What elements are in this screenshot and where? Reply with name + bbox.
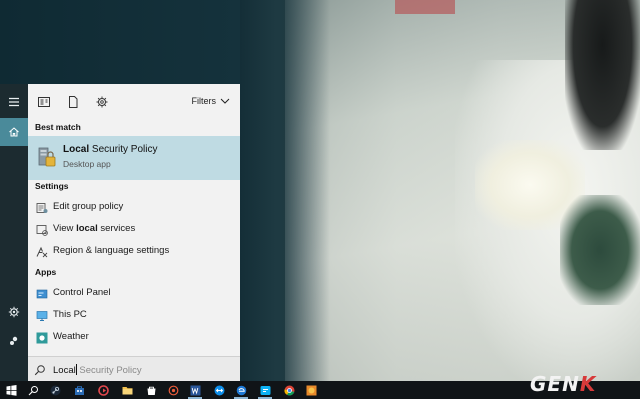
edge-icon xyxy=(236,385,246,395)
app-item-weather[interactable]: Weather xyxy=(28,326,240,348)
explorer-icon xyxy=(122,386,132,394)
taskbar-media[interactable] xyxy=(162,381,184,399)
search-icon xyxy=(28,385,38,395)
search-autocomplete: Security Policy xyxy=(76,365,142,376)
taskbar-steam[interactable] xyxy=(44,381,66,399)
taskbar-file-explorer[interactable] xyxy=(116,381,138,399)
user-icon xyxy=(10,336,18,345)
taskbar-edge[interactable] xyxy=(230,381,252,399)
taskbar-store[interactable] xyxy=(68,381,90,399)
home-icon xyxy=(9,127,19,137)
app-item-label: Control Panel xyxy=(53,287,111,298)
taskbar-teamviewer[interactable] xyxy=(208,381,230,399)
weather-icon xyxy=(36,331,48,344)
genk-watermark: GENK xyxy=(530,372,597,396)
settings-heading: Settings xyxy=(35,181,69,191)
settings-icon xyxy=(8,306,20,318)
setting-item-edit-group-policy[interactable]: Edit group policy xyxy=(28,196,240,218)
chevron-down-icon xyxy=(220,98,230,104)
teamviewer-icon xyxy=(214,385,224,395)
app-item-control-panel[interactable]: Control Panel xyxy=(28,282,240,304)
store-icon xyxy=(74,385,84,395)
taskbar-search-button[interactable] xyxy=(22,381,44,399)
search-results-panel: Filters Best match Local Security Policy… xyxy=(28,84,240,381)
filter-bar: Filters xyxy=(28,84,240,120)
this-pc-icon xyxy=(36,309,48,321)
best-match-heading: Best match xyxy=(35,122,81,132)
documents-icon[interactable] xyxy=(66,95,80,109)
setting-item-label: Region & language settings xyxy=(53,245,170,256)
windows-start-icon xyxy=(6,384,16,396)
best-match-title: Local Security Policy xyxy=(63,144,158,155)
services-icon xyxy=(36,223,48,236)
search-typed-text: Local xyxy=(53,365,76,376)
skype-icon xyxy=(260,385,270,395)
start-rail xyxy=(0,84,28,381)
wallpaper-shadow xyxy=(240,0,330,381)
settings-filter-icon[interactable] xyxy=(95,95,109,109)
setting-item-view-local-services[interactable]: View local services xyxy=(28,218,240,240)
search-box[interactable]: Local Security Policy xyxy=(28,356,240,381)
apps-heading: Apps xyxy=(35,267,57,277)
word-icon xyxy=(190,385,200,395)
filters-dropdown[interactable]: Filters xyxy=(192,96,231,106)
taskbar-word[interactable] xyxy=(184,381,206,399)
wallpaper-leaves xyxy=(560,195,640,305)
search-icon xyxy=(34,363,46,376)
media-icon xyxy=(168,385,178,395)
firefox-icon xyxy=(306,385,316,395)
taskbar-ccleaner[interactable] xyxy=(92,381,114,399)
local-security-policy-icon xyxy=(37,145,57,169)
best-match-item[interactable]: Local Security Policy Desktop app xyxy=(28,136,240,180)
control-panel-icon xyxy=(36,287,48,299)
wallpaper-storefront xyxy=(395,0,455,14)
taskbar-store-2[interactable] xyxy=(140,381,162,399)
setting-item-label: Edit group policy xyxy=(53,201,124,212)
start-button[interactable] xyxy=(0,381,22,399)
app-item-label: This PC xyxy=(53,309,87,320)
settings-button[interactable] xyxy=(0,298,28,326)
wallpaper-hair xyxy=(565,0,640,150)
taskbar-skype[interactable] xyxy=(254,381,276,399)
hamburger-menu-button[interactable] xyxy=(0,88,28,116)
taskbar-firefox[interactable] xyxy=(300,381,322,399)
home-button[interactable] xyxy=(0,118,28,146)
ccleaner-icon xyxy=(97,384,109,396)
chrome-icon xyxy=(284,385,294,395)
hamburger-icon xyxy=(9,97,19,107)
group-policy-icon xyxy=(36,201,48,213)
setting-item-label: View local services xyxy=(53,223,136,234)
steam-icon xyxy=(50,385,60,395)
setting-item-region-language[interactable]: Region & language settings xyxy=(28,240,240,262)
taskbar-chrome[interactable] xyxy=(278,381,300,399)
filters-label: Filters xyxy=(191,96,217,106)
region-language-icon xyxy=(36,245,48,258)
all-icon[interactable] xyxy=(37,95,51,109)
app-item-this-pc[interactable]: This PC xyxy=(28,304,240,326)
app-item-label: Weather xyxy=(53,331,89,342)
store2-icon xyxy=(147,386,155,395)
best-match-subtitle: Desktop app xyxy=(63,159,111,169)
user-button[interactable] xyxy=(0,327,28,355)
search-input[interactable]: Local Security Policy xyxy=(53,364,142,376)
